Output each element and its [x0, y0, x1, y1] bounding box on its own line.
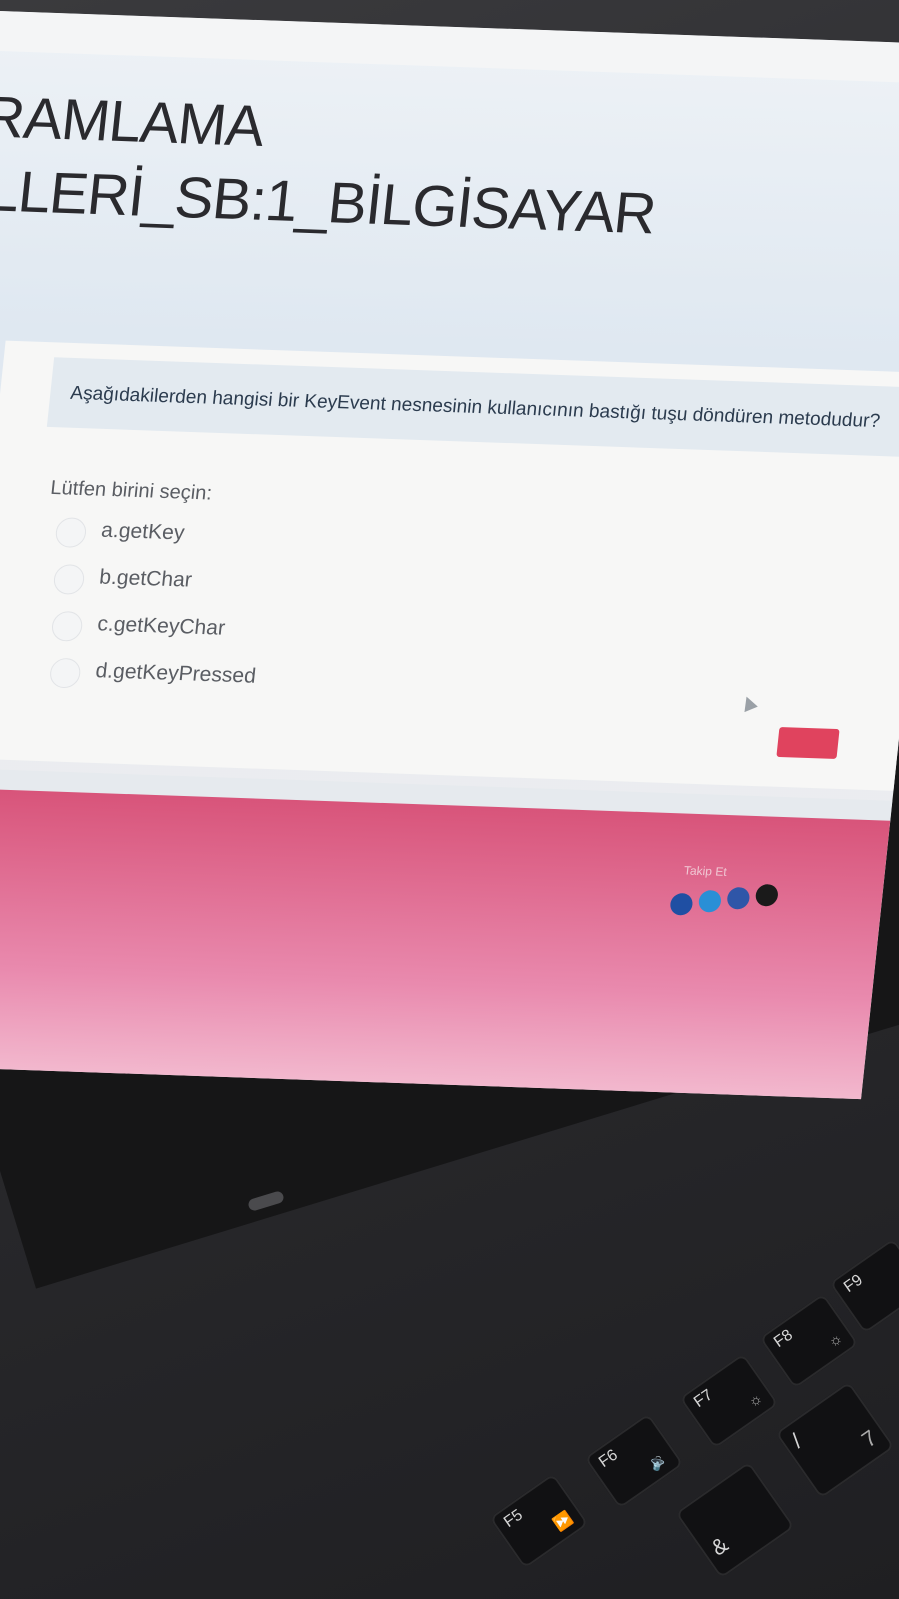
key-ampersand[interactable]: &: [675, 1461, 795, 1579]
key-label: F5: [500, 1506, 526, 1532]
key-secondary: 7: [857, 1424, 882, 1453]
submit-button[interactable]: [776, 727, 840, 759]
brightness-icon: ☼: [824, 1329, 846, 1352]
key-seven[interactable]: / 7: [775, 1381, 895, 1499]
media-icon: ⏩: [550, 1509, 576, 1534]
volume-icon: 🔉: [645, 1449, 671, 1474]
option-a[interactable]: a.getKey: [99, 519, 185, 552]
key-f7[interactable]: F7 ☼: [679, 1353, 779, 1449]
site-footer: [0, 785, 891, 1100]
key-label: F6: [595, 1446, 621, 1472]
key-f5[interactable]: F5 ⏩: [489, 1473, 589, 1569]
key-label: &: [706, 1531, 733, 1561]
laptop-screen: GRAMLAMA DİLLERİ_SB:1_BİLGİSAYAR Ğİ Aşağ…: [0, 10, 899, 1100]
option-b[interactable]: b.getChar: [98, 566, 193, 599]
key-f8[interactable]: F8 ☼: [759, 1293, 859, 1389]
option-d[interactable]: d.getKeyPressed: [94, 659, 257, 694]
key-f6[interactable]: F6 🔉: [584, 1413, 684, 1509]
brightness-icon: ☼: [744, 1389, 766, 1412]
key-label: F7: [690, 1386, 716, 1412]
key-label: F8: [770, 1326, 796, 1352]
key-label: /: [786, 1428, 807, 1453]
key-label: F9: [840, 1271, 866, 1297]
option-c[interactable]: c.getKeyChar: [96, 612, 227, 646]
follow-label: Takip Et: [683, 863, 728, 879]
page-title-line1: GRAMLAMA DİLLERİ_SB:1_BİLGİSAYAR: [0, 82, 659, 247]
page-title: GRAMLAMA DİLLERİ_SB:1_BİLGİSAYAR Ğİ: [0, 79, 844, 331]
